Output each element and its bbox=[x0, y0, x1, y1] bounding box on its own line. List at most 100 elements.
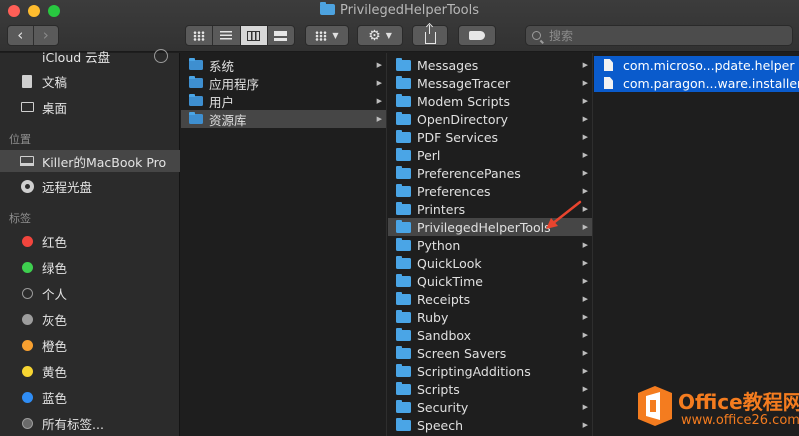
edit-tags-button[interactable] bbox=[458, 25, 496, 46]
folder-icon bbox=[189, 112, 203, 124]
item-label: PrivilegedHelperTools bbox=[417, 219, 551, 235]
watermark-name: Office教程网 bbox=[678, 390, 799, 414]
folder-icon bbox=[396, 75, 411, 89]
action-button[interactable]: ⚙ ▼ bbox=[357, 25, 403, 46]
group-by-button[interactable]: ▼ bbox=[305, 25, 349, 46]
sidebar-item-desktop[interactable]: 桌面 bbox=[0, 96, 180, 118]
disclosure-arrow-icon: ▶ bbox=[582, 151, 588, 159]
search-input[interactable] bbox=[549, 28, 779, 43]
sidebar-tag-orange[interactable]: 橙色 bbox=[0, 334, 180, 356]
sidebar-tag-blue[interactable]: 蓝色 bbox=[0, 386, 180, 408]
tag-color-dot-icon bbox=[21, 235, 33, 247]
sidebar-item-label: 绿色 bbox=[42, 260, 68, 276]
item-label: Preferences bbox=[417, 183, 491, 199]
sidebar-tag-yellow[interactable]: 黄色 bbox=[0, 360, 180, 382]
share-button[interactable] bbox=[412, 24, 448, 46]
list-item[interactable]: QuickLook ▶ bbox=[388, 254, 592, 272]
list-item[interactable]: Modem Scripts ▶ bbox=[388, 92, 592, 110]
list-icon bbox=[220, 31, 233, 40]
folder-icon bbox=[396, 309, 411, 323]
sidebar-tag-green[interactable]: 绿色 bbox=[0, 256, 180, 278]
folder-icon bbox=[396, 399, 411, 413]
icon-view-button[interactable] bbox=[186, 26, 212, 45]
annotation-arrow-icon bbox=[546, 200, 582, 229]
item-label: Ruby bbox=[417, 309, 449, 325]
item-label: 用户 bbox=[209, 94, 235, 110]
list-item[interactable]: Perl ▶ bbox=[388, 146, 592, 164]
list-item[interactable]: Ruby ▶ bbox=[388, 308, 592, 326]
disclosure-arrow-icon: ▶ bbox=[376, 79, 382, 87]
file-item-selected[interactable]: com.microso...pdate.helper bbox=[594, 56, 799, 74]
sidebar-item-label: 所有标签... bbox=[42, 416, 104, 432]
sidebar-item-label: iCloud 云盘 bbox=[42, 49, 111, 65]
list-item[interactable]: Receipts ▶ bbox=[388, 290, 592, 308]
list-item[interactable]: OpenDirectory ▶ bbox=[388, 110, 592, 128]
item-label: Messages bbox=[417, 57, 479, 73]
window-title-text: PrivilegedHelperTools bbox=[340, 3, 479, 18]
sidebar-item-icloud[interactable]: iCloud 云盘 bbox=[0, 45, 180, 67]
sidebar-item-label: 黄色 bbox=[42, 364, 68, 380]
list-item[interactable]: QuickTime ▶ bbox=[388, 272, 592, 290]
list-item[interactable]: ScriptingAdditions ▶ bbox=[388, 362, 592, 380]
back-button[interactable]: ‹ bbox=[8, 26, 33, 45]
item-label: Scripts bbox=[417, 381, 460, 397]
search-box[interactable] bbox=[525, 25, 793, 46]
disc-icon bbox=[20, 179, 34, 193]
disclosure-arrow-icon: ▶ bbox=[582, 313, 588, 321]
sidebar-item-documents[interactable]: 文稿 bbox=[0, 70, 180, 92]
sidebar-tag-all[interactable]: 所有标签... bbox=[0, 412, 180, 434]
folder-icon bbox=[396, 93, 411, 107]
list-item[interactable]: Messages ▶ bbox=[388, 56, 592, 74]
chevron-down-icon: ▼ bbox=[332, 31, 339, 40]
disclosure-arrow-icon: ▶ bbox=[582, 79, 588, 87]
list-item[interactable]: Speech ▶ bbox=[388, 416, 592, 434]
item-label: PDF Services bbox=[417, 129, 499, 145]
list-item[interactable]: Security ▶ bbox=[388, 398, 592, 416]
list-item[interactable]: Sandbox ▶ bbox=[388, 326, 592, 344]
item-label: ScriptingAdditions bbox=[417, 363, 531, 379]
item-label: QuickLook bbox=[417, 255, 482, 271]
list-item[interactable]: Screen Savers ▶ bbox=[388, 344, 592, 362]
list-item[interactable]: Scripts ▶ bbox=[388, 380, 592, 398]
sidebar-item-macbook[interactable]: Killer的MacBook Pro bbox=[0, 150, 180, 172]
disclosure-arrow-icon: ▶ bbox=[582, 169, 588, 177]
list-item[interactable]: 用户 ▶ bbox=[181, 92, 386, 110]
laptop-icon bbox=[20, 156, 34, 166]
chevron-down-icon: ▼ bbox=[385, 31, 392, 40]
list-view-button[interactable] bbox=[212, 26, 239, 45]
folder-icon bbox=[396, 57, 411, 71]
folder-icon bbox=[396, 165, 411, 179]
forward-button[interactable]: › bbox=[32, 26, 59, 45]
gallery-view-button[interactable] bbox=[266, 26, 294, 45]
item-label: com.microso...pdate.helper bbox=[623, 57, 795, 73]
folder-icon bbox=[396, 129, 411, 143]
folder-icon bbox=[396, 255, 411, 269]
list-item[interactable]: 系统 ▶ bbox=[181, 56, 386, 74]
sidebar-item-label: 蓝色 bbox=[42, 390, 68, 406]
tag-icon bbox=[469, 31, 485, 40]
list-item[interactable]: PreferencePanes ▶ bbox=[388, 164, 592, 182]
list-item[interactable]: Python ▶ bbox=[388, 236, 592, 254]
view-mode-group bbox=[185, 25, 295, 46]
list-item[interactable]: 应用程序 ▶ bbox=[181, 74, 386, 92]
item-label: 应用程序 bbox=[209, 76, 260, 92]
tag-color-dot-icon bbox=[21, 391, 33, 403]
list-item[interactable]: PDF Services ▶ bbox=[388, 128, 592, 146]
folder-icon bbox=[396, 345, 411, 359]
file-item-selected[interactable]: com.paragon...ware.installer bbox=[594, 74, 799, 92]
tag-color-dot-icon bbox=[21, 261, 33, 273]
sidebar-tag-personal[interactable]: 个人 bbox=[0, 282, 180, 304]
folder-icon bbox=[396, 327, 411, 341]
disclosure-arrow-icon: ▶ bbox=[582, 385, 588, 393]
list-item-selected[interactable]: 资源库 ▶ bbox=[181, 110, 386, 128]
column-view-button[interactable] bbox=[239, 26, 267, 45]
tag-color-dot-icon bbox=[21, 313, 33, 325]
tag-color-dot-icon bbox=[21, 417, 33, 429]
progress-ring-icon bbox=[154, 49, 168, 63]
list-item[interactable]: MessageTracer ▶ bbox=[388, 74, 592, 92]
tag-color-dot-icon bbox=[21, 365, 33, 377]
sidebar-item-remote-disc[interactable]: 远程光盘 bbox=[0, 175, 180, 197]
sidebar-tag-gray[interactable]: 灰色 bbox=[0, 308, 180, 330]
sidebar-tag-red[interactable]: 红色 bbox=[0, 230, 180, 252]
disclosure-arrow-icon: ▶ bbox=[582, 421, 588, 429]
